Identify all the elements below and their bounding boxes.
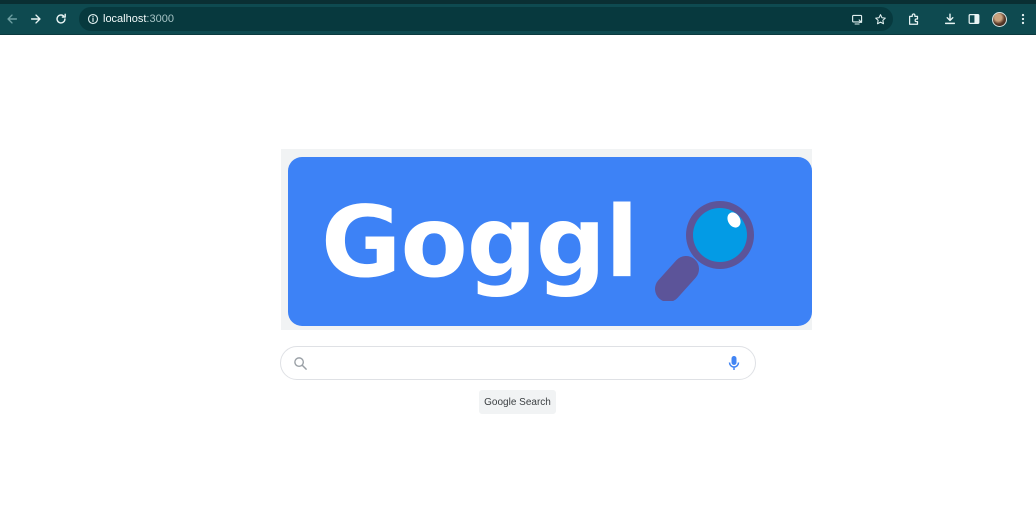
puzzle-icon [909,13,919,25]
url-port: :3000 [146,13,174,25]
url-text[interactable]: localhost:3000 [103,7,174,31]
download-icon [944,13,956,25]
browser-toolbar: localhost:3000 [0,4,1036,34]
logo-card: Goggl [288,157,812,326]
reload-button[interactable] [50,8,72,30]
back-arrow-icon [7,14,18,24]
downloads-button[interactable] [939,8,961,30]
search-box[interactable] [280,346,756,380]
google-search-button[interactable]: Google Search [479,390,556,414]
kebab-menu-icon [1021,13,1025,25]
logo: Goggl [281,149,812,330]
forward-button[interactable] [25,8,47,30]
search-input[interactable] [317,351,717,375]
info-icon [87,13,99,25]
install-app-button[interactable] [847,9,867,29]
search-icon [294,357,307,370]
extensions-button[interactable] [903,8,925,30]
toolbar-divider [0,34,1036,35]
reload-icon [56,13,66,24]
avatar[interactable] [992,12,1007,27]
browser-menu-button[interactable] [1012,8,1034,30]
back-button[interactable] [1,8,23,30]
site-info-button[interactable] [83,9,103,29]
address-bar[interactable]: localhost:3000 [79,7,893,31]
microphone-icon[interactable] [726,355,742,372]
star-icon [874,13,886,24]
logo-text: Goggl [321,186,639,300]
magnifying-glass-icon [655,201,754,301]
url-host: localhost [103,13,147,25]
install-app-icon [851,14,862,24]
forward-arrow-icon [30,14,41,24]
side-panel-button[interactable] [963,8,985,30]
side-panel-icon [968,14,980,24]
bookmark-button[interactable] [870,9,890,29]
